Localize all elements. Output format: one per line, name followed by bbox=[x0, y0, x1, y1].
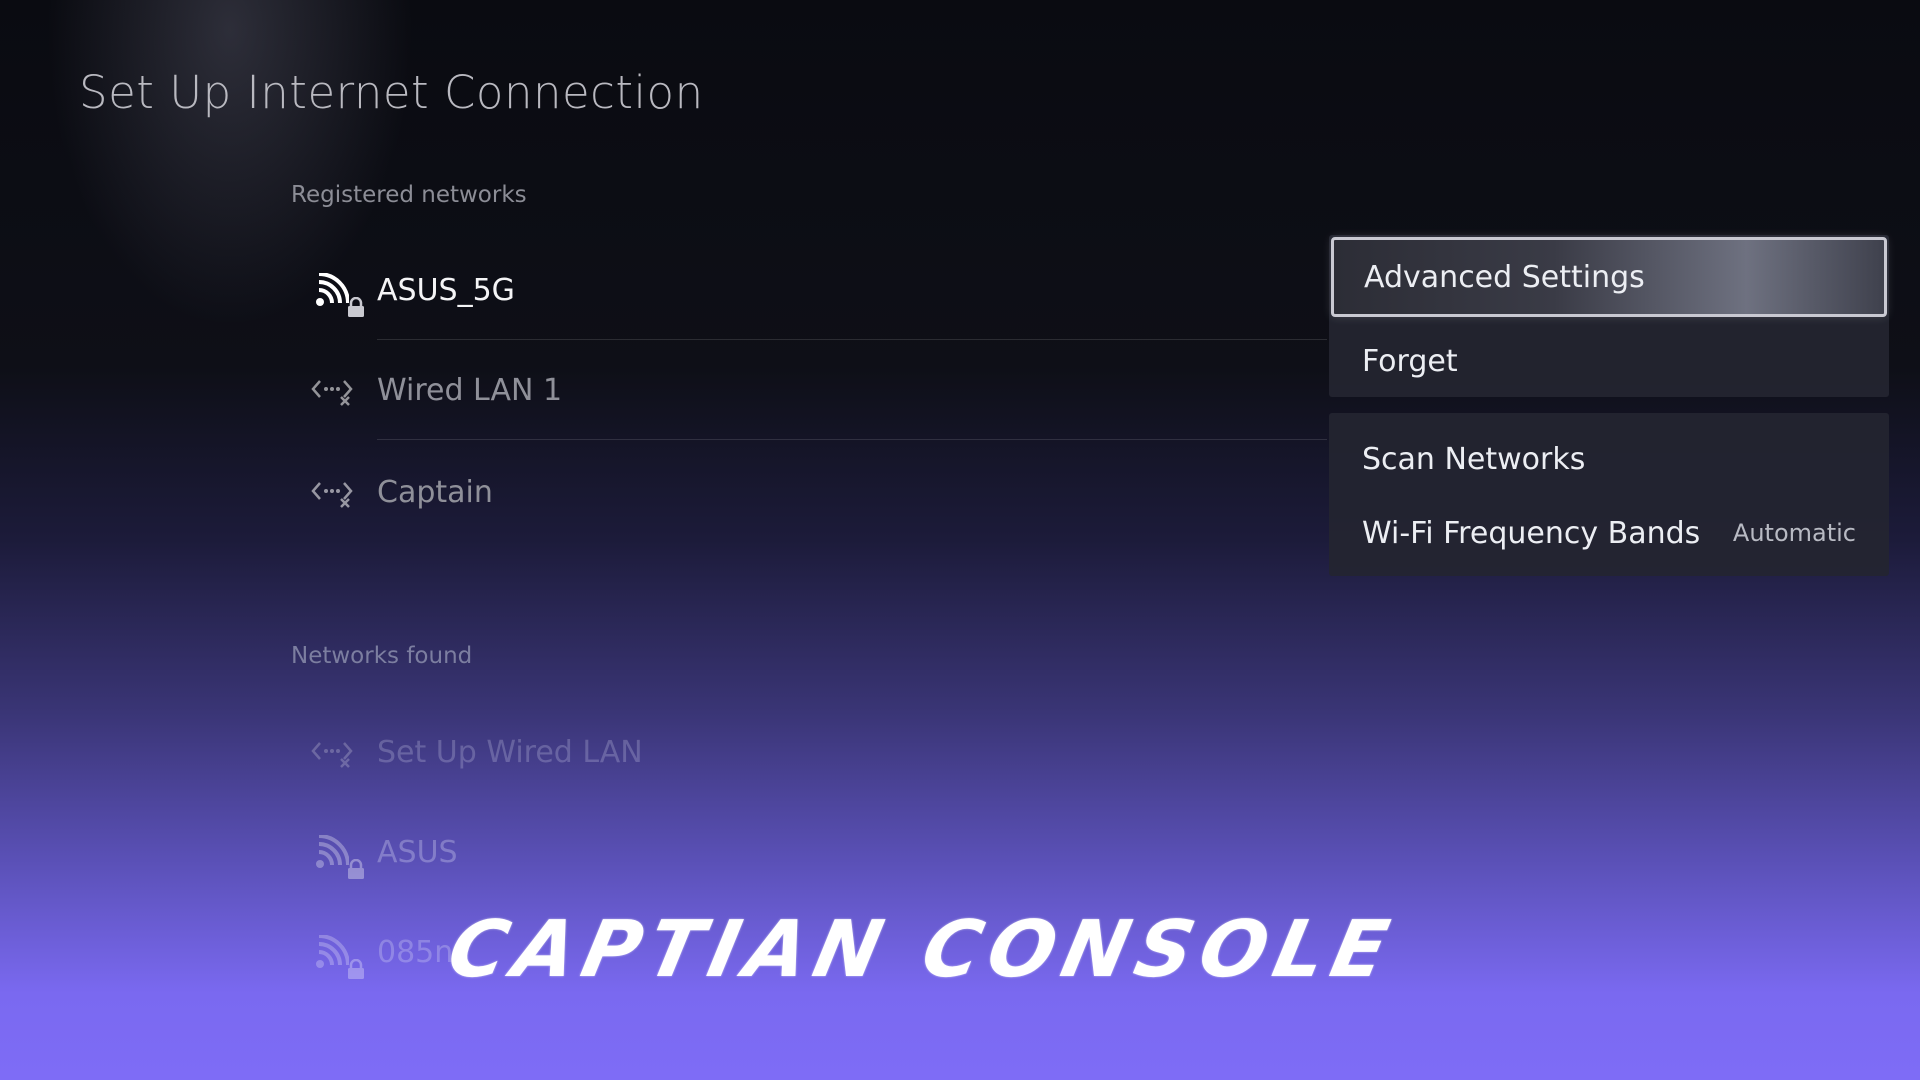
advanced-settings-button[interactable]: Advanced Settings bbox=[1331, 237, 1887, 317]
options-menu-network: Advanced Settings Forget bbox=[1329, 235, 1889, 397]
watermark-logo: CAPTIAN CONSOLE bbox=[440, 905, 1404, 995]
wired-lan-disconnected-icon bbox=[307, 365, 357, 415]
network-label: ASUS bbox=[377, 834, 458, 870]
wired-lan-disconnected-icon bbox=[307, 467, 357, 517]
networks-found-heading: Networks found bbox=[291, 643, 473, 669]
scan-networks-button[interactable]: Scan Networks bbox=[1329, 423, 1889, 495]
wired-lan-disconnected-icon bbox=[307, 727, 357, 777]
network-row-asus-5g[interactable]: ASUS_5G bbox=[307, 240, 1327, 340]
lock-icon bbox=[348, 959, 364, 979]
network-label: 085n bbox=[377, 934, 454, 970]
network-row-asus[interactable]: ASUS bbox=[307, 802, 1327, 902]
options-menu-general: Scan Networks Wi-Fi Frequency Bands Auto… bbox=[1329, 413, 1889, 576]
network-row-wired-lan-1[interactable]: Wired LAN 1 bbox=[307, 340, 1327, 440]
lock-icon bbox=[348, 859, 364, 879]
wifi-icon bbox=[307, 927, 364, 979]
wifi-icon bbox=[307, 827, 364, 879]
wifi-bands-label: Wi-Fi Frequency Bands bbox=[1362, 515, 1701, 551]
network-label: Captain bbox=[377, 474, 493, 510]
wifi-bands-value: Automatic bbox=[1732, 519, 1856, 547]
lock-icon bbox=[348, 297, 364, 317]
page-title: Set Up Internet Connection bbox=[79, 66, 704, 119]
wifi-frequency-bands-button[interactable]: Wi-Fi Frequency Bands Automatic bbox=[1329, 497, 1889, 569]
registered-networks-heading: Registered networks bbox=[291, 182, 527, 208]
wifi-icon bbox=[307, 265, 364, 317]
network-row-captain[interactable]: Captain bbox=[307, 442, 1327, 542]
forget-button[interactable]: Forget bbox=[1329, 325, 1889, 397]
network-label: ASUS_5G bbox=[377, 272, 515, 308]
network-label: Set Up Wired LAN bbox=[377, 734, 643, 770]
network-row-set-up-wired-lan[interactable]: Set Up Wired LAN bbox=[307, 702, 1327, 802]
network-label: Wired LAN 1 bbox=[377, 372, 563, 408]
